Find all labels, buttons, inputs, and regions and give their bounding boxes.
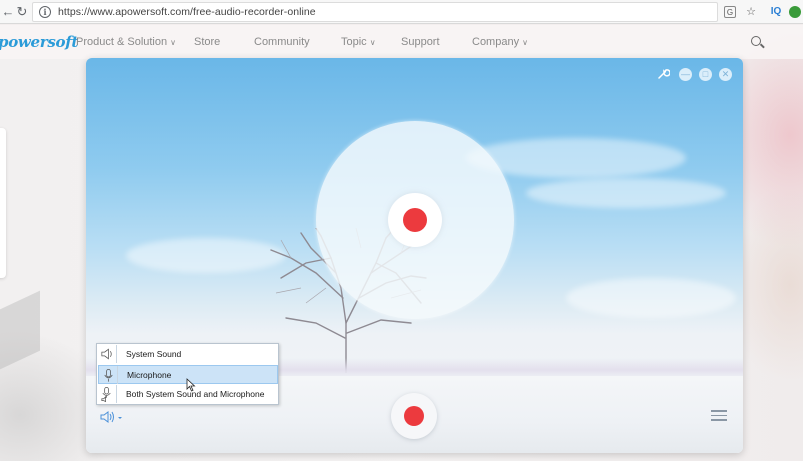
search-icon[interactable]	[751, 36, 761, 46]
nav-topic[interactable]: Topic ∨	[341, 36, 376, 48]
menu-item-label: Microphone	[127, 370, 172, 380]
mouse-cursor-icon	[186, 378, 196, 392]
cloud-decoration	[566, 278, 736, 318]
iq-extension-icon[interactable]: IQ	[770, 5, 782, 19]
audio-source-button[interactable]	[100, 410, 124, 424]
microphone-icon	[104, 366, 118, 384]
close-button[interactable]: ✕	[719, 68, 732, 81]
menu-item-label: System Sound	[126, 349, 182, 359]
bottom-record-dot-icon[interactable]	[404, 406, 424, 426]
site-logo[interactable]: powersoft	[0, 33, 78, 51]
record-dot-icon[interactable]	[403, 208, 427, 232]
info-icon[interactable]: i	[39, 6, 51, 18]
evernote-icon[interactable]	[789, 6, 801, 18]
reload-icon[interactable]: ↻	[14, 3, 30, 21]
chevron-down-icon: ∨	[522, 38, 528, 47]
chevron-down-icon: ∨	[170, 38, 176, 47]
nav-store[interactable]: Store	[194, 36, 220, 48]
browser-address-bar: ← ↻ i https://www.apowersoft.com/free-au…	[0, 0, 803, 24]
settings-wrench-icon[interactable]	[656, 67, 670, 81]
bookmark-star-icon[interactable]: ☆	[744, 5, 758, 19]
speaker-icon	[101, 345, 117, 363]
nav-support[interactable]: Support	[401, 36, 440, 48]
url-text[interactable]: https://www.apowersoft.com/free-audio-re…	[58, 6, 316, 18]
translate-icon[interactable]: G	[724, 6, 736, 18]
audio-source-menu: System Sound Microphone Both System Soun…	[96, 343, 279, 405]
chevron-down-icon: ∨	[369, 38, 376, 47]
maximize-button[interactable]: □	[699, 68, 712, 81]
nav-community[interactable]: Community	[254, 36, 310, 48]
url-field[interactable]: i https://www.apowersoft.com/free-audio-…	[32, 2, 718, 22]
nav-company[interactable]: Company ∨	[472, 36, 528, 48]
cloud-decoration	[526, 178, 726, 208]
recording-list-icon[interactable]	[711, 410, 727, 424]
speaker-microphone-icon	[101, 385, 117, 403]
minimize-button[interactable]: —	[679, 68, 692, 81]
menu-item-system-sound[interactable]: System Sound	[98, 345, 278, 364]
side-panel	[0, 128, 6, 278]
nav-product-solution[interactable]: Product & Solution ∨	[76, 36, 176, 48]
